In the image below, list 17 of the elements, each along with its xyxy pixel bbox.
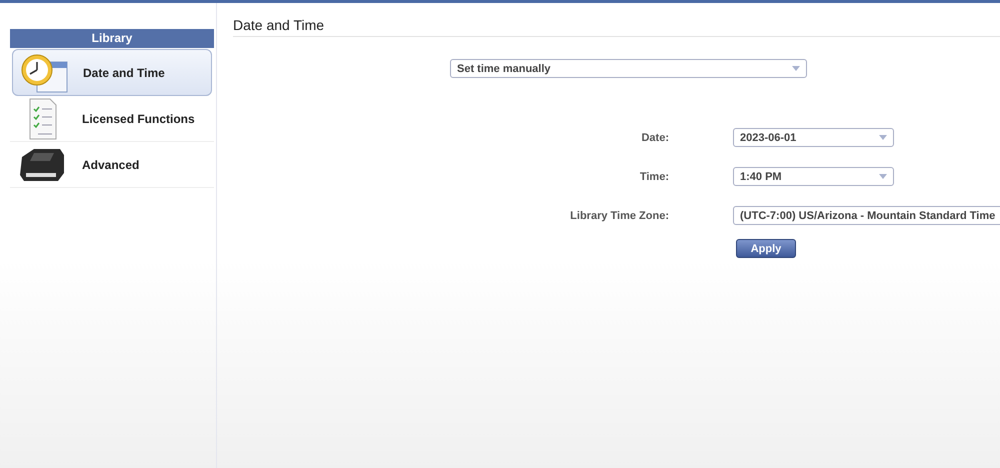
sidebar-item[interactable]: Licensed Functions <box>10 96 214 142</box>
sidebar-item[interactable]: Date and Time <box>12 49 212 96</box>
dropdown[interactable]: 2023-06-01 <box>733 128 894 147</box>
sidebar-item[interactable]: Advanced <box>10 142 214 188</box>
caret-icon <box>879 135 887 140</box>
apply-button[interactable]: Apply <box>736 239 796 258</box>
field-label: Date: <box>640 132 669 144</box>
caret-icon <box>879 174 887 179</box>
sidebar-header: Library <box>10 29 214 48</box>
clock-icon <box>19 52 69 94</box>
caret-icon <box>792 66 800 71</box>
field-label: Library Time Zone: <box>569 210 669 222</box>
page-title: Date and Time <box>233 13 1000 37</box>
dropdown[interactable]: Set time manually <box>450 59 807 78</box>
field-label: Time: <box>638 170 669 182</box>
dropdown[interactable]: (UTC-7:00) US/Arizona - Mountain Standard Time <box>733 206 1000 225</box>
dropdown[interactable]: 1:40 PM <box>733 167 894 186</box>
